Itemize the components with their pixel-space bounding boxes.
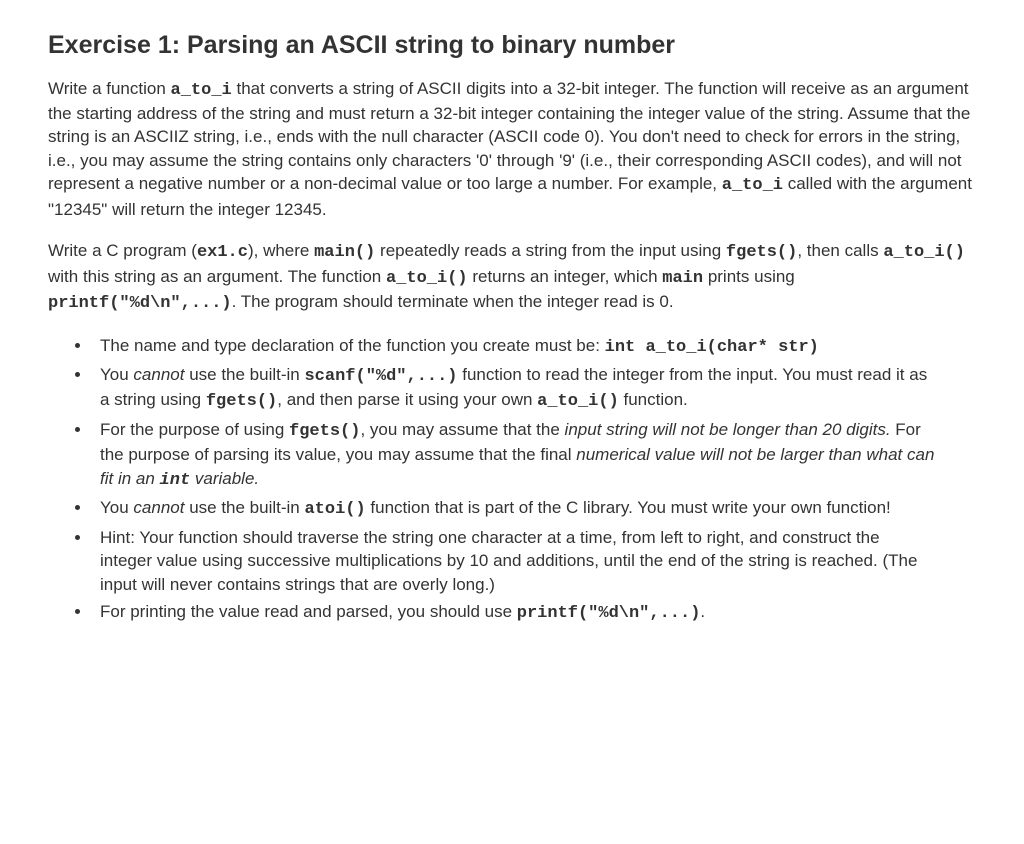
code-a-to-i: a_to_i [171,81,232,100]
emphasis-cannot: cannot [133,498,184,517]
list-item: You cannot use the built-in atoi() funct… [92,496,936,521]
paragraph-1: Write a function a_to_i that converts a … [48,77,976,222]
list-item: For printing the value read and parsed, … [92,600,936,625]
code-printf: printf("%d\n",...) [517,604,701,623]
code-main: main [662,269,703,288]
text: The name and type declaration of the fun… [100,336,605,355]
text: You [100,498,133,517]
code-fgets: fgets() [206,392,277,411]
list-item: Hint: Your function should traverse the … [92,526,936,596]
text: . The program should terminate when the … [232,292,674,311]
emphasis-cannot: cannot [133,365,184,384]
text: . [700,602,705,621]
code-fgets: fgets() [289,422,360,441]
text: Write a C program ( [48,241,197,260]
code-a-to-i: a_to_i() [386,269,468,288]
code-a-to-i: a_to_i [722,176,783,195]
bullet-list: The name and type declaration of the fun… [92,334,976,626]
text: function. [619,390,688,409]
list-item: For the purpose of using fgets(), you ma… [92,418,936,492]
list-item: You cannot use the built-in scanf("%d",.… [92,363,936,414]
code-filename: ex1.c [197,243,248,262]
text: , and then parse it using your own [277,390,537,409]
paragraph-2: Write a C program (ex1.c), where main() … [48,239,976,315]
list-item: The name and type declaration of the fun… [92,334,936,359]
code-int: int [160,471,191,490]
text: use the built-in [184,498,304,517]
code-scanf: scanf("%d",...) [304,367,457,386]
code-printf: printf("%d\n",...) [48,294,232,313]
code-fgets: fgets() [726,243,797,262]
text: with this string as an argument. The fun… [48,267,386,286]
text: function that is part of the C library. … [366,498,891,517]
text: You [100,365,133,384]
code-a-to-i: a_to_i() [537,392,619,411]
text: For printing the value read and parsed, … [100,602,517,621]
text: Write a function [48,79,171,98]
text: use the built-in [184,365,304,384]
text: repeatedly reads a string from the input… [375,241,726,260]
exercise-title: Exercise 1: Parsing an ASCII string to b… [48,28,976,63]
text: , then calls [797,241,883,260]
text: variable. [190,469,259,488]
code-a-to-i: a_to_i() [883,243,965,262]
code-declaration: int a_to_i(char* str) [605,338,819,357]
text: ), where [248,241,314,260]
text: returns an integer, which [468,267,663,286]
code-main: main() [314,243,375,262]
text: , you may assume that the [360,420,564,439]
text: prints using [703,267,795,286]
code-atoi: atoi() [304,500,365,519]
emphasis: input string will not be longer than 20 … [565,420,891,439]
document-page: Exercise 1: Parsing an ASCII string to b… [0,0,1024,670]
text: Hint: Your function should traverse the … [100,528,917,594]
text: For the purpose of using [100,420,289,439]
